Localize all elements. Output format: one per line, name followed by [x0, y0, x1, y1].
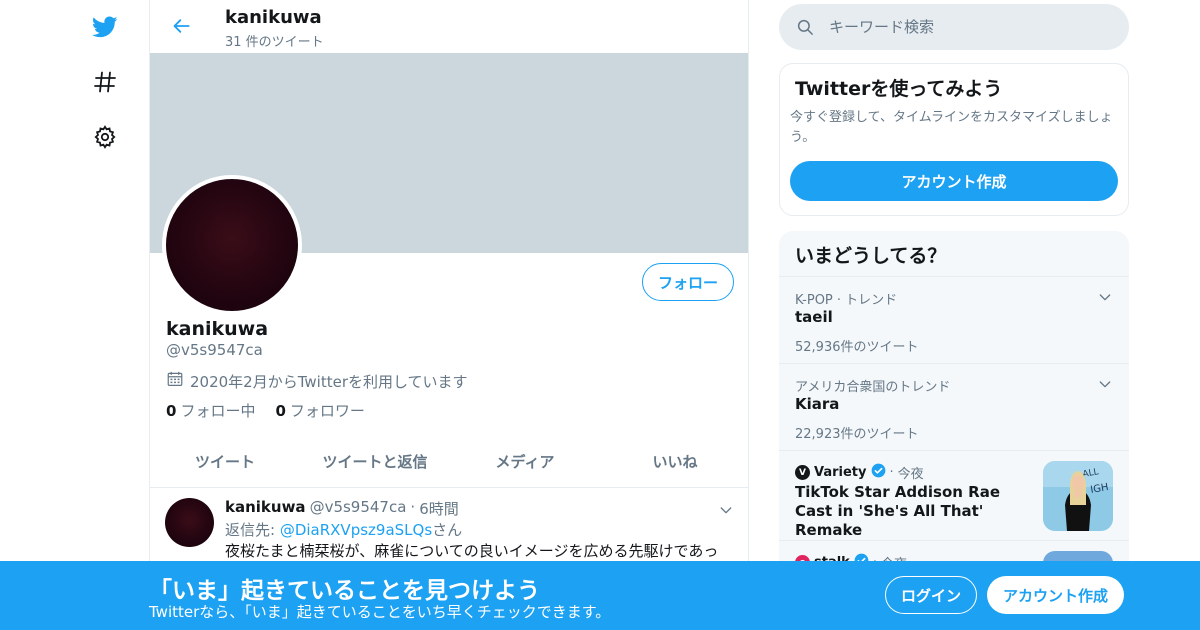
news-title: TikTok Star Addison Rae Cast in 'She's A…: [795, 483, 1001, 539]
tab-tweets[interactable]: ツイート: [150, 436, 300, 487]
left-nav: [0, 0, 150, 630]
header-title: kanikuwa: [225, 7, 322, 28]
header-tweet-count: 31 件のツイート: [225, 35, 324, 50]
news-thumbnail: ALL IGH: [1043, 461, 1113, 531]
profile-column: kanikuwa 31 件のツイート フォロー kanikuwa @v5s954…: [149, 0, 749, 630]
news-source: V Variety · 今夜: [795, 463, 924, 482]
reply-suffix: さん: [432, 521, 463, 539]
search-box[interactable]: [779, 4, 1129, 50]
joined-text: 2020年2月からTwitterを利用しています: [190, 372, 468, 391]
tweet-dot: ·: [410, 498, 416, 516]
followers-label: フォロワー: [289, 402, 365, 420]
login-button[interactable]: ログイン: [885, 576, 977, 614]
profile-name: kanikuwa: [166, 318, 269, 340]
reply-handle-link[interactable]: @DiaRXVpsz9aSLQs: [280, 521, 432, 539]
hashtag-icon[interactable]: [90, 67, 120, 97]
back-arrow-icon[interactable]: [168, 12, 196, 40]
chevron-down-icon[interactable]: [718, 502, 734, 522]
bottom-bar-title: 「いま」起きていることを見つけよう: [149, 578, 540, 604]
tab-likes[interactable]: いいね: [600, 436, 748, 487]
follow-button[interactable]: フォロー: [642, 263, 734, 301]
tab-tweets-and-replies[interactable]: ツイートと返信: [300, 436, 450, 487]
signup-card: Twitterを使ってみよう 今すぐ登録して、タイムラインをカスタマイズしましょ…: [779, 63, 1129, 216]
calendar-icon: [166, 370, 184, 392]
news-source-name: Variety: [814, 465, 867, 480]
variety-logo-icon: V: [795, 465, 810, 480]
following-link[interactable]: 0 フォロー中: [166, 400, 255, 421]
trend-count: 52,936件のツイート: [795, 340, 919, 355]
bottom-bar-subtitle: Twitterなら、「いま」起きていることをいち早くチェックできます。: [149, 603, 611, 621]
signup-title: Twitterを使ってみよう: [795, 78, 1003, 100]
reply-to: 返信先: @DiaRXVpsz9aSLQsさん: [225, 519, 462, 540]
trend-meta: アメリカ合衆国のトレンド: [795, 380, 951, 395]
followers-count: 0: [275, 402, 286, 420]
bottom-create-account-button[interactable]: アカウント作成: [987, 576, 1124, 614]
trend-item[interactable]: アメリカ合衆国のトレンド Kiara 22,923件のツイート: [779, 363, 1129, 450]
gear-icon[interactable]: [90, 122, 120, 152]
search-icon: [795, 17, 815, 37]
profile-tabs: ツイート ツイートと返信 メディア いいね: [150, 436, 748, 488]
search-input[interactable]: [829, 18, 1109, 36]
create-account-button[interactable]: アカウント作成: [790, 161, 1118, 201]
profile-avatar[interactable]: [162, 175, 302, 315]
tweet-author-name[interactable]: kanikuwa: [225, 498, 306, 519]
tweet-author-handle: @v5s9547ca: [309, 498, 407, 516]
tweet-text: 夜桜たまと楠栞桜が、麻雀についての良いイメージを広める先駆けであっ: [225, 542, 719, 560]
twitter-bird-icon[interactable]: [90, 12, 120, 42]
joined-date: 2020年2月からTwitterを利用しています: [166, 370, 468, 392]
followers-link[interactable]: 0 フォロワー: [275, 400, 364, 421]
news-time: 今夜: [897, 467, 924, 482]
following-count: 0: [166, 402, 177, 420]
trends-title: いまどうしてる？: [795, 245, 947, 267]
news-item[interactable]: V Variety · 今夜 TikTok Star Addison Rae C…: [779, 450, 1129, 540]
trend-name: Kiara: [795, 395, 840, 413]
follow-stats: 0 フォロー中 0 フォロワー: [166, 400, 365, 421]
trend-meta: K-POP · トレンド: [795, 293, 898, 308]
verified-badge-icon: [871, 463, 886, 482]
tab-media[interactable]: メディア: [450, 436, 600, 487]
reply-prefix: 返信先:: [225, 521, 280, 539]
profile-handle: @v5s9547ca: [166, 341, 263, 359]
chevron-down-icon[interactable]: [1097, 289, 1113, 309]
tweet-header: kanikuwa @v5s9547ca · 6時間: [225, 498, 459, 519]
chevron-down-icon[interactable]: [1097, 376, 1113, 396]
following-label: フォロー中: [180, 402, 256, 420]
signup-description: 今すぐ登録して、タイムラインをカスタマイズしましょう。: [790, 110, 1113, 145]
trend-count: 22,923件のツイート: [795, 427, 919, 442]
trend-item[interactable]: K-POP · トレンド taeil 52,936件のツイート: [779, 276, 1129, 363]
bottom-signup-bar: 「いま」起きていることを見つけよう Twitterなら、「いま」起きていることを…: [0, 561, 1200, 630]
profile-header: kanikuwa 31 件のツイート: [150, 0, 748, 53]
tweet-time[interactable]: 6時間: [419, 498, 459, 519]
tweet-avatar[interactable]: [165, 498, 214, 547]
trend-name: taeil: [795, 308, 833, 326]
